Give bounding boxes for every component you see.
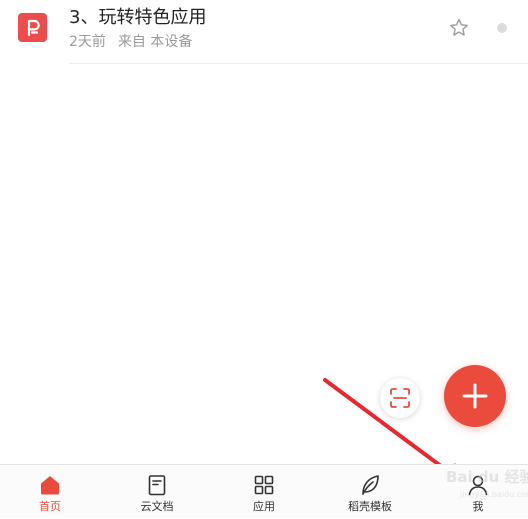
scan-icon bbox=[390, 388, 410, 408]
tab-home[interactable]: 首页 bbox=[2, 465, 98, 519]
star-icon[interactable] bbox=[448, 17, 470, 39]
file-meta: 2天前 来自 本设备 bbox=[69, 33, 192, 51]
tab-label: 首页 bbox=[39, 500, 61, 513]
scan-button[interactable] bbox=[380, 378, 420, 418]
plus-icon bbox=[462, 383, 488, 409]
wps-presentation-icon bbox=[18, 13, 47, 42]
list-divider bbox=[69, 63, 528, 64]
tab-label: 稻壳模板 bbox=[348, 500, 392, 513]
tab-cloud-docs[interactable]: 云文档 bbox=[109, 465, 205, 519]
file-list-item[interactable]: 3、玩转特色应用 2天前 来自 本设备 bbox=[0, 0, 528, 64]
file-time: 2天前 bbox=[69, 34, 106, 50]
annotation-arrow-icon bbox=[323, 378, 470, 489]
tab-me[interactable]: 我 bbox=[430, 465, 526, 519]
tab-label: 云文档 bbox=[140, 500, 174, 513]
tab-label: 我 bbox=[472, 500, 484, 513]
tab-label: 应用 bbox=[253, 500, 275, 513]
user-icon bbox=[468, 475, 488, 496]
more-dot-icon[interactable] bbox=[497, 23, 507, 33]
bottom-tab-bar: 首页 云文档 应用 稻壳模板 我 bbox=[0, 464, 528, 518]
add-button[interactable] bbox=[444, 365, 506, 427]
tab-templates[interactable]: 稻壳模板 bbox=[322, 465, 418, 519]
file-source: 来自 本设备 bbox=[117, 34, 193, 50]
apps-grid-icon bbox=[254, 475, 274, 495]
leaf-icon bbox=[362, 475, 379, 495]
tab-apps[interactable]: 应用 bbox=[216, 465, 312, 519]
cloud-doc-icon bbox=[148, 475, 166, 496]
home-icon bbox=[41, 476, 59, 495]
file-title: 3、玩转特色应用 bbox=[69, 7, 207, 28]
